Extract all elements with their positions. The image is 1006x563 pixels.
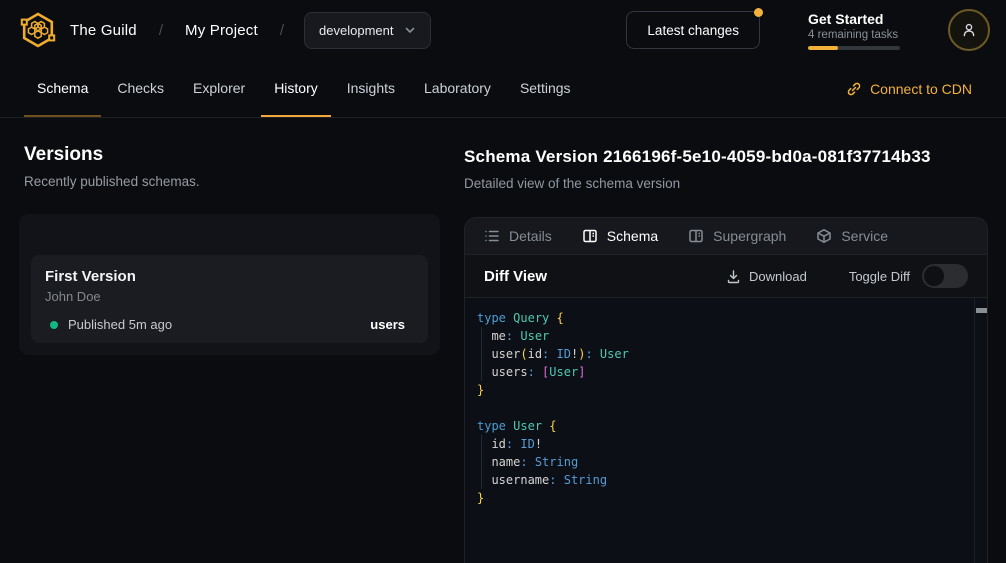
connect-to-cdn-link[interactable]: Connect to CDN — [846, 60, 972, 117]
nav-tab-explorer[interactable]: Explorer — [180, 60, 258, 117]
nav-tab-label: Explorer — [193, 80, 245, 96]
breadcrumb: The Guild / My Project / — [70, 22, 284, 39]
diff-view-title: Diff View — [484, 268, 547, 285]
schema-code: type Query { me: User user(id: ID!): Use… — [477, 309, 967, 507]
columns-icon — [688, 228, 704, 244]
version-status-row: Published 5m ago users — [45, 317, 414, 332]
tab-label: Supergraph — [713, 228, 786, 244]
version-name: First Version — [45, 268, 414, 285]
download-icon — [726, 269, 741, 284]
schema-code-viewer[interactable]: type Query { me: User user(id: ID!): Use… — [465, 298, 987, 563]
connect-to-cdn-label: Connect to CDN — [870, 81, 972, 97]
schema-version-header: Schema Version 2166196f-5e10-4059-bd0a-0… — [464, 147, 931, 191]
tab-label: Schema — [607, 228, 658, 244]
user-avatar[interactable] — [948, 9, 990, 51]
code-scrollbar[interactable] — [974, 298, 987, 563]
get-started-title: Get Started — [808, 11, 900, 27]
detail-tab-bar: Details Schema Supergrap — [465, 218, 987, 255]
toggle-knob — [924, 266, 944, 286]
get-started-progress-bar — [808, 46, 900, 50]
target-selector[interactable]: development — [304, 12, 430, 49]
cube-icon — [816, 228, 832, 244]
service-badge: users — [370, 317, 405, 332]
user-icon — [960, 21, 978, 39]
schema-version-subtitle: Detailed view of the schema version — [464, 176, 931, 191]
nav-tab-label: Checks — [117, 80, 164, 96]
nav-tab-label: History — [274, 80, 318, 96]
nav-tab-laboratory[interactable]: Laboratory — [411, 60, 504, 117]
columns-icon — [582, 228, 598, 244]
download-button[interactable]: Download — [726, 269, 807, 284]
diff-actions: Download Toggle Diff — [726, 264, 968, 288]
breadcrumb-org[interactable]: The Guild — [70, 22, 137, 39]
nav-tab-schema[interactable]: Schema — [24, 60, 101, 117]
breadcrumb-project[interactable]: My Project — [185, 22, 258, 39]
header-right-group: Latest changes Get Started 4 remaining t… — [626, 9, 990, 51]
version-list-item[interactable]: First Version John Doe Published 5m ago … — [31, 255, 428, 343]
nav-tab-list: Schema Checks Explorer History Insights … — [24, 60, 584, 117]
schema-version-panel: Details Schema Supergrap — [464, 217, 988, 563]
tab-service[interactable]: Service — [816, 228, 888, 244]
nav-tab-label: Schema — [37, 80, 88, 96]
nav-tab-label: Insights — [347, 80, 395, 96]
tab-schema[interactable]: Schema — [582, 228, 658, 244]
latest-changes-label: Latest changes — [647, 23, 739, 38]
schema-version-title: Schema Version 2166196f-5e10-4059-bd0a-0… — [464, 147, 931, 167]
latest-changes-button[interactable]: Latest changes — [626, 11, 760, 49]
nav-tab-history[interactable]: History — [261, 60, 331, 117]
nav-tab-checks[interactable]: Checks — [104, 60, 177, 117]
tab-label: Service — [841, 228, 888, 244]
tab-details[interactable]: Details — [484, 228, 552, 244]
toggle-diff-switch[interactable] — [922, 264, 968, 288]
nav-tab-settings[interactable]: Settings — [507, 60, 584, 117]
download-label: Download — [749, 269, 807, 284]
notification-dot — [754, 8, 763, 17]
version-status: Published 5m ago — [68, 317, 172, 332]
version-author: John Doe — [45, 289, 414, 304]
versions-title: Versions — [24, 144, 200, 166]
target-selector-value: development — [319, 23, 393, 38]
get-started-subtitle: 4 remaining tasks — [808, 29, 900, 41]
toggle-diff-label: Toggle Diff — [849, 269, 910, 284]
primary-nav: Schema Checks Explorer History Insights … — [0, 60, 1006, 118]
get-started-widget[interactable]: Get Started 4 remaining tasks — [808, 11, 900, 50]
breadcrumb-separator: / — [159, 22, 163, 39]
tab-label: Details — [509, 228, 552, 244]
versions-list: First Version John Doe Published 5m ago … — [19, 214, 440, 355]
published-status-dot — [50, 321, 58, 329]
breadcrumb-separator: / — [280, 22, 284, 39]
tab-supergraph[interactable]: Supergraph — [688, 228, 786, 244]
guild-logo-icon[interactable] — [16, 8, 60, 52]
diff-toolbar: Diff View Download Toggle Diff — [465, 255, 987, 298]
versions-header: Versions Recently published schemas. — [24, 144, 200, 189]
link-icon — [846, 81, 862, 97]
list-icon — [484, 228, 500, 244]
nav-tab-insights[interactable]: Insights — [334, 60, 408, 117]
nav-tab-label: Laboratory — [424, 80, 491, 96]
app-window: The Guild / My Project / development Lat… — [0, 0, 1006, 563]
code-scrollbar-thumb[interactable] — [976, 308, 987, 313]
get-started-progress-fill — [808, 46, 838, 50]
nav-tab-label: Settings — [520, 80, 571, 96]
versions-subtitle: Recently published schemas. — [24, 174, 200, 189]
chevron-down-icon — [404, 24, 416, 36]
top-header: The Guild / My Project / development Lat… — [0, 0, 1006, 60]
